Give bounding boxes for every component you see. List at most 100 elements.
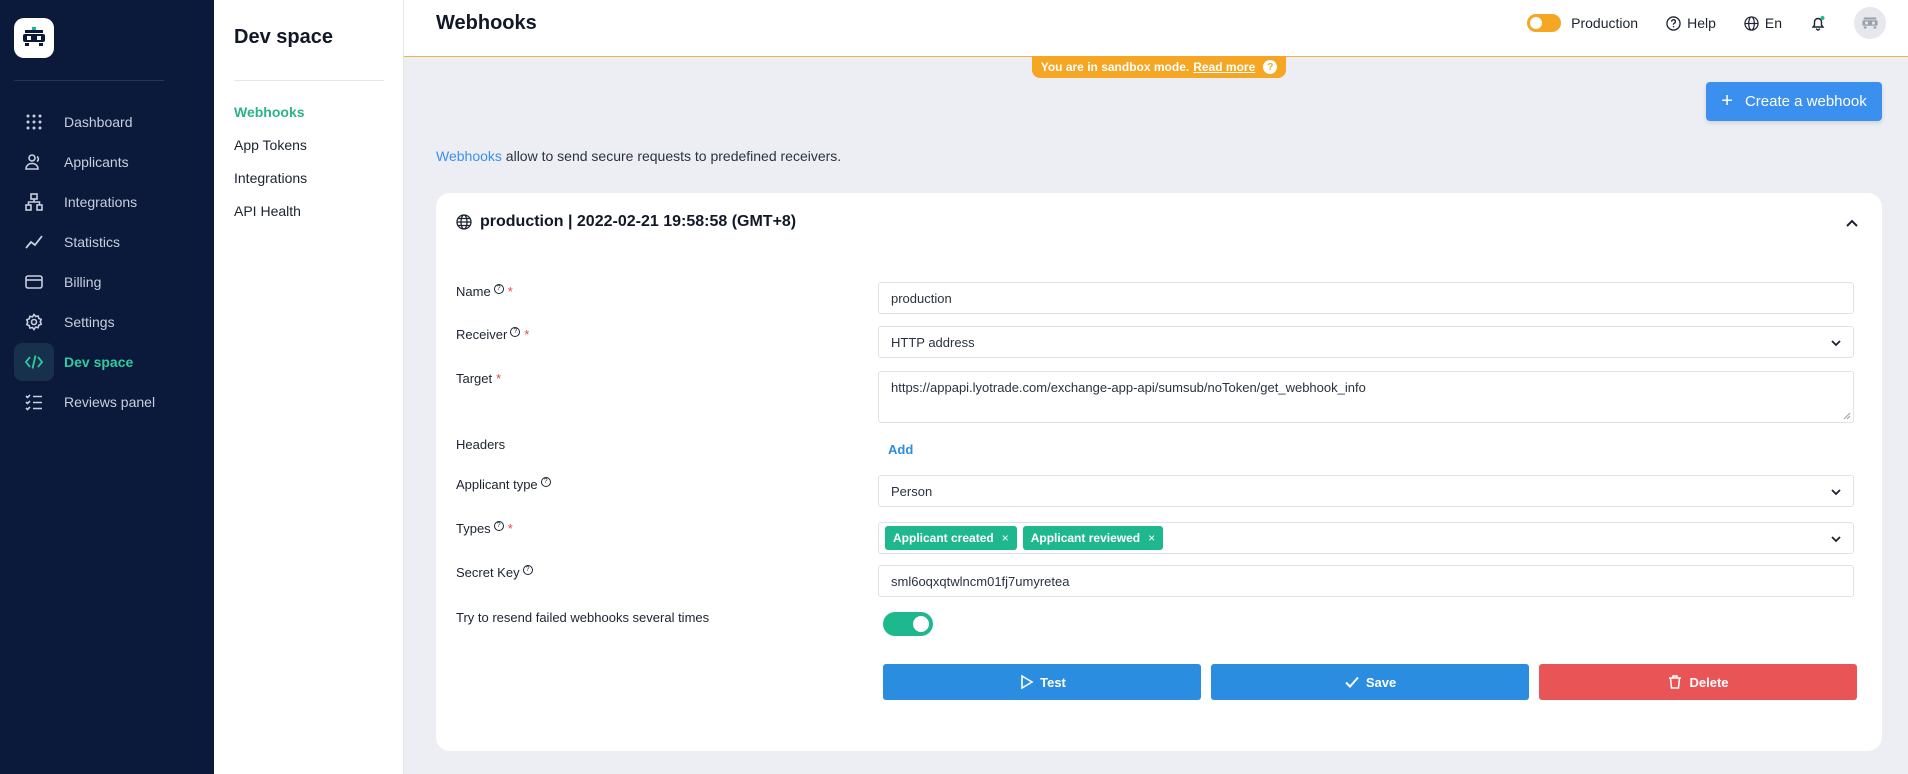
nav-item-dev-space[interactable]: Dev space (14, 343, 200, 381)
create-webhook-button[interactable]: + Create a webhook (1706, 82, 1882, 121)
webhook-header[interactable]: production | 2022-02-21 19:58:58 (GMT+8) (456, 213, 796, 231)
help-circle-icon (1666, 15, 1681, 31)
type-tag-applicant-created: Applicant created × (885, 526, 1017, 550)
credit-card-icon (14, 263, 54, 301)
types-multiselect[interactable]: Applicant created × Applicant reviewed × (878, 522, 1854, 554)
code-icon (14, 343, 54, 381)
webhook-card: production | 2022-02-21 19:58:58 (GMT+8)… (436, 193, 1882, 751)
subnav-item-integrations[interactable]: Integrations (234, 170, 307, 186)
delete-button[interactable]: Delete (1539, 664, 1857, 700)
nav-item-applicants[interactable]: Applicants (14, 143, 200, 181)
nav-item-settings[interactable]: Settings (14, 303, 200, 341)
language-selector[interactable]: En (1744, 15, 1782, 31)
resize-handle-icon[interactable] (1843, 412, 1851, 420)
help-icon[interactable]: ? (493, 283, 504, 294)
check-icon (1345, 676, 1359, 688)
help-icon[interactable]: ? (522, 564, 533, 575)
nav-item-label: Integrations (64, 194, 138, 210)
save-button[interactable]: Save (1211, 664, 1529, 700)
save-label: Save (1365, 674, 1397, 690)
subnav-item-webhooks[interactable]: Webhooks (234, 104, 305, 120)
receiver-value: HTTP address (891, 334, 975, 350)
test-button[interactable]: Test (883, 664, 1201, 700)
help-icon[interactable]: ? (540, 476, 551, 487)
resend-label: Try to resend failed webhooks several ti… (456, 610, 710, 625)
globe-icon (456, 214, 472, 230)
applicant-type-select[interactable]: Person (878, 475, 1854, 507)
sandbox-text: You are in sandbox mode. (1040, 60, 1190, 74)
subnav-item-app-tokens[interactable]: App Tokens (234, 137, 307, 153)
tag-label: Applicant created (893, 531, 994, 545)
remove-tag-icon[interactable]: × (1148, 531, 1155, 545)
type-tag-applicant-reviewed: Applicant reviewed × (1022, 526, 1164, 550)
notifications-button[interactable] (1810, 15, 1826, 31)
add-header-link[interactable]: Add (888, 442, 913, 457)
webhooks-doc-link[interactable]: Webhooks (436, 148, 502, 164)
help-icon[interactable]: ? (493, 520, 504, 531)
target-value: https://appapi.lyotrade.com/exchange-app… (891, 380, 1366, 395)
nav-item-label: Reviews panel (64, 394, 156, 410)
nav-item-label: Dev space (64, 354, 134, 370)
question-icon[interactable]: ? (1263, 60, 1278, 74)
chevron-up-icon (1846, 219, 1858, 227)
required-mark: * (507, 521, 513, 536)
nav-item-reviews-panel[interactable]: Reviews panel (14, 383, 200, 421)
collapse-button[interactable] (1844, 215, 1860, 234)
headers-label-row: Headers (456, 437, 505, 452)
resend-label-row: Try to resend failed webhooks several ti… (456, 610, 709, 625)
avatar[interactable] (1854, 7, 1886, 39)
trash-icon (1669, 675, 1682, 689)
environment-toggle[interactable]: Production (1527, 14, 1638, 32)
name-label: Name (456, 284, 491, 299)
play-icon (1021, 674, 1034, 690)
plus-icon: + (1721, 90, 1733, 112)
sandbox-banner: You are in sandbox mode. Read more ? (1032, 56, 1286, 78)
receiver-select[interactable]: HTTP address (878, 326, 1854, 358)
required-mark: * (507, 284, 513, 299)
resend-toggle[interactable] (883, 612, 933, 636)
gear-icon (14, 303, 54, 341)
delete-label: Delete (1689, 674, 1729, 690)
bell-icon (1811, 16, 1825, 31)
types-label: Types (456, 521, 491, 536)
nav-item-label: Statistics (64, 234, 121, 250)
secret-key-value: sml6oqxqtwlncm01fj7umyretea (891, 573, 1070, 589)
subnav-item-api-health[interactable]: API Health (234, 203, 301, 219)
intro-text: Webhooks allow to send secure requests t… (436, 148, 841, 164)
webhook-title: production | 2022-02-21 19:58:58 (GMT+8) (480, 213, 797, 230)
intro-description: allow to send secure requests to predefi… (501, 148, 842, 164)
nav-item-label: Settings (64, 314, 115, 330)
nav-item-billing[interactable]: Billing (14, 263, 200, 301)
toggle-switch[interactable] (1527, 14, 1562, 32)
required-mark: * (496, 371, 502, 386)
trend-line-icon (14, 223, 54, 261)
target-label: Target (456, 371, 493, 386)
help-link[interactable]: Help (1666, 15, 1716, 31)
nav-item-integrations[interactable]: Integrations (14, 183, 200, 221)
grid-dots-icon (14, 103, 54, 141)
name-input[interactable]: production (878, 282, 1854, 314)
chevron-down-icon (1831, 489, 1841, 496)
nav-item-label: Dashboard (64, 114, 133, 130)
secret-key-input[interactable]: sml6oqxqtwlncm01fj7umyretea (878, 565, 1854, 597)
target-textarea[interactable]: https://appapi.lyotrade.com/exchange-app… (878, 371, 1854, 423)
main-sidebar: Dashboard Applicants Integrations Statis… (0, 0, 214, 774)
read-more-link[interactable]: Read more (1193, 60, 1255, 74)
applicant-type-value: Person (891, 483, 933, 499)
app-logo[interactable] (14, 18, 54, 58)
name-value: production (891, 290, 952, 306)
help-icon[interactable]: ? (510, 326, 521, 337)
top-bar-actions: Production Help En (1527, 0, 1908, 46)
nav-item-dashboard[interactable]: Dashboard (14, 103, 200, 141)
secret-key-label-row: Secret Key ? (456, 564, 533, 580)
language-label: En (1764, 15, 1782, 31)
nav-item-statistics[interactable]: Statistics (14, 223, 200, 261)
create-webhook-label: Create a webhook (1744, 93, 1867, 110)
hierarchy-icon (14, 183, 54, 221)
target-label-row: Target * (456, 371, 501, 386)
checklist-icon (14, 383, 54, 421)
receiver-label-row: Receiver ? * (456, 326, 529, 342)
remove-tag-icon[interactable]: × (1002, 531, 1009, 545)
help-label: Help (1687, 15, 1716, 31)
environment-label: Production (1571, 15, 1639, 31)
